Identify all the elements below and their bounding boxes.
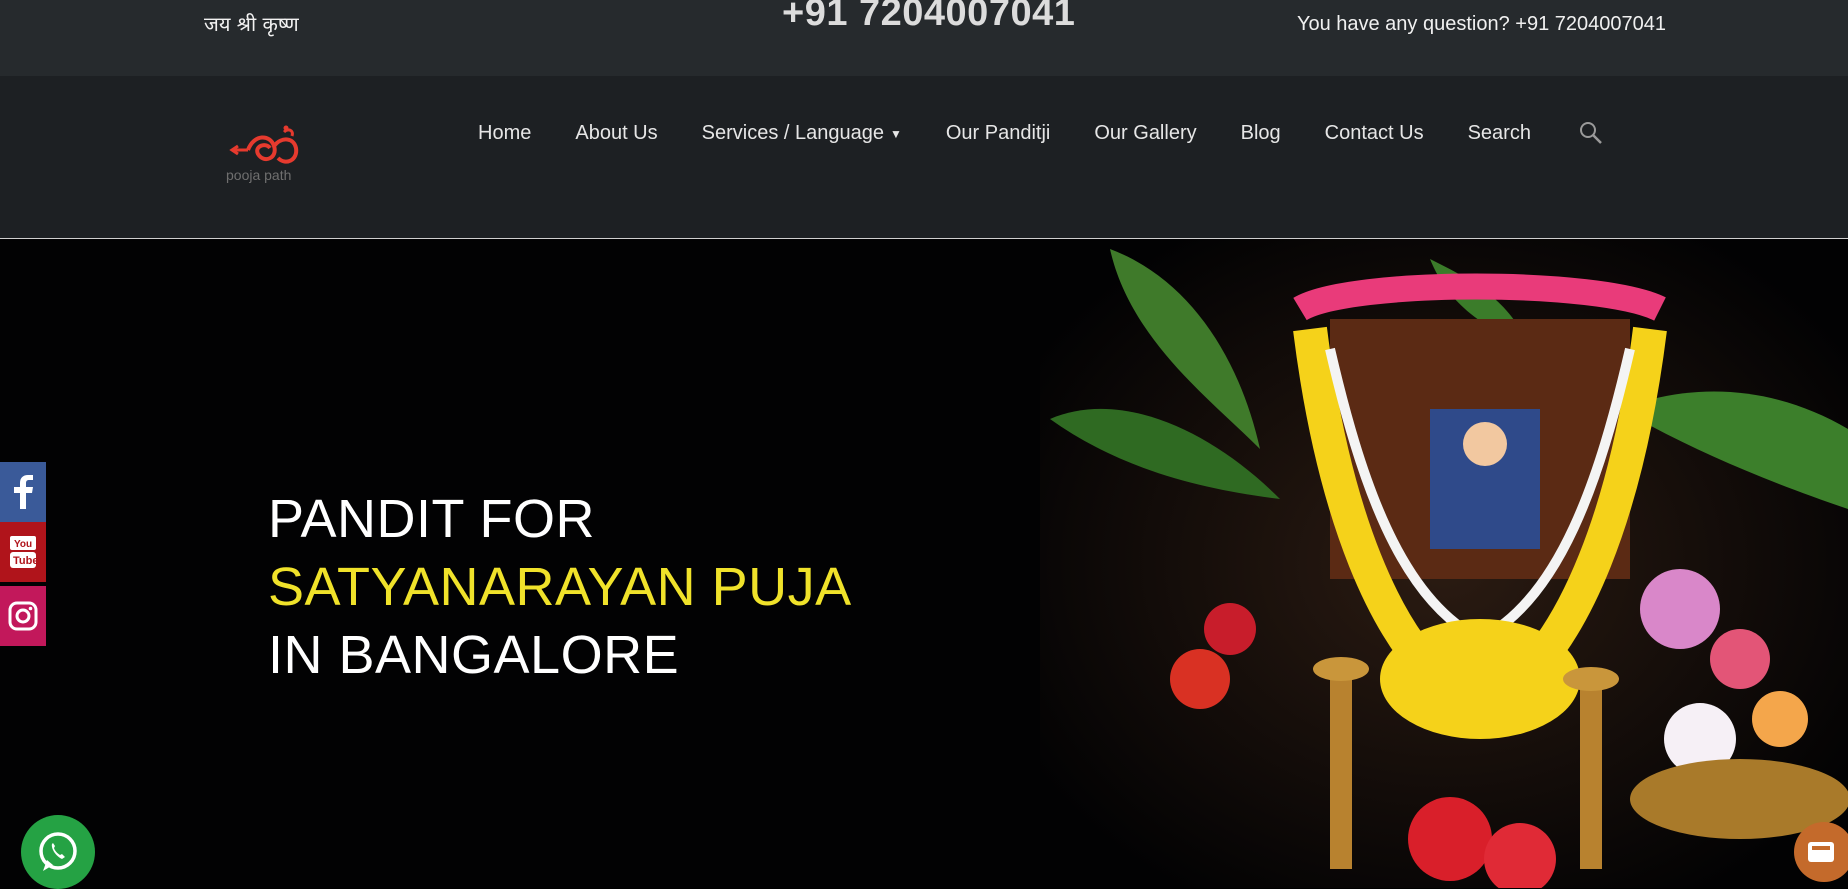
nav-item-home[interactable]: Home	[478, 122, 531, 145]
phone-icon	[1808, 842, 1834, 862]
chevron-down-icon: ▼	[889, 126, 902, 141]
youtube-icon: You Tube	[10, 536, 38, 568]
hero-line-1: PANDIT FOR	[268, 489, 596, 549]
nav-item-label: Our Panditji	[945, 122, 1051, 144]
top-bar: जय श्री कृष्ण +91 7204007041 You have an…	[0, 0, 1848, 76]
nav-item-contact[interactable]: Contact Us	[1325, 122, 1424, 145]
whatsapp-icon	[39, 832, 77, 871]
nav-item-label: About Us	[575, 122, 658, 144]
nav-item-search[interactable]: Search	[1468, 122, 1531, 145]
logo-text: pooja path	[226, 167, 291, 183]
nav-item-label: Search	[1467, 122, 1531, 144]
phone-call-button[interactable]	[1794, 822, 1848, 882]
nav-item-about[interactable]: About Us	[575, 122, 657, 145]
facebook-button[interactable]	[0, 462, 46, 522]
facebook-icon	[14, 475, 33, 509]
hero-heading: PANDIT FOR SATYANARAYAN PUJA IN BANGALOR…	[268, 485, 852, 689]
search-icon[interactable]	[1578, 120, 1604, 146]
whatsapp-button[interactable]	[21, 815, 95, 889]
site-logo[interactable]: pooja path	[224, 124, 308, 184]
nav-item-services[interactable]: Services / Language ▼	[702, 122, 902, 145]
svg-text:Tube: Tube	[13, 555, 38, 567]
question-contact-text[interactable]: You have any question? +91 7204007041	[1297, 13, 1666, 36]
nav-item-panditji[interactable]: Our Panditji	[946, 122, 1051, 145]
hero-line-2: SATYANARAYAN PUJA	[268, 557, 852, 617]
greeting-text: जय श्री कृष्ण	[204, 12, 299, 36]
svg-text:You: You	[14, 539, 32, 550]
instagram-button[interactable]	[0, 586, 46, 646]
nav-item-label: Blog	[1240, 122, 1281, 144]
phone-number-large[interactable]: +91 7204007041	[782, 0, 1075, 35]
instagram-icon	[8, 601, 38, 631]
youtube-button[interactable]: You Tube	[0, 522, 46, 582]
nav-menu: Home About Us Services / Language ▼ Our P…	[478, 122, 1575, 145]
nav-item-gallery[interactable]: Our Gallery	[1094, 122, 1196, 145]
hero-banner: PANDIT FOR SATYANARAYAN PUJA IN BANGALOR…	[0, 239, 1848, 888]
nav-item-label: Our Gallery	[1094, 122, 1197, 144]
nav-item-blog[interactable]: Blog	[1241, 122, 1281, 145]
nav-item-label: Contact Us	[1324, 122, 1424, 144]
nav-item-label: Services / Language	[701, 122, 884, 144]
nav-item-label: Home	[478, 122, 532, 144]
hero-line-3: IN BANGALORE	[268, 625, 680, 685]
